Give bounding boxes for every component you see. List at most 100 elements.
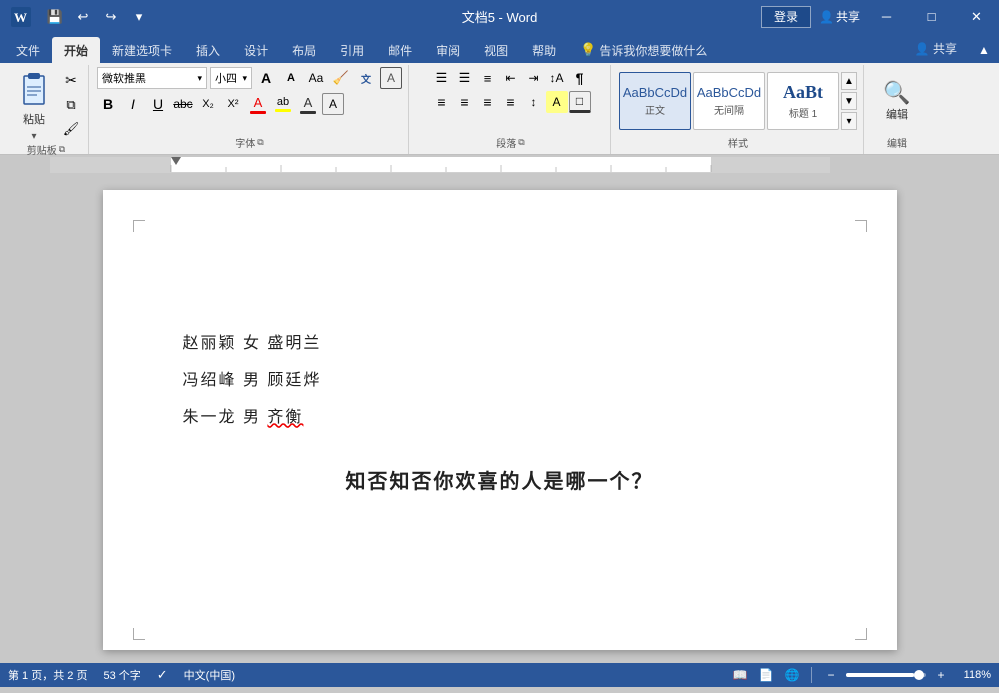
numbering-btn[interactable]: ☰ <box>454 67 476 89</box>
strikethrough-btn[interactable]: abc <box>172 93 194 115</box>
tab-file[interactable]: 文件 <box>4 37 52 63</box>
align-center-btn[interactable]: ≡ <box>454 91 476 113</box>
copy-button[interactable]: ⧉ <box>60 94 82 116</box>
font-shading-btn[interactable]: A <box>297 93 319 115</box>
tab-insert[interactable]: 插入 <box>184 37 232 63</box>
customize-qa-btn[interactable]: ▾ <box>126 4 152 30</box>
align-left-btn[interactable]: ≡ <box>431 91 453 113</box>
styles-box: AaBbCcDd 正文 AaBbCcDd 无间隔 AaBt 标题 1 ▲ ▼ ▾ <box>619 69 857 133</box>
zoom-in-btn[interactable]: + <box>930 666 952 684</box>
underline-btn[interactable]: U <box>147 93 169 115</box>
indent-decrease-btn[interactable]: ⇤ <box>500 67 522 89</box>
read-view-btn[interactable]: 📖 <box>729 666 751 684</box>
font-expand-icon[interactable]: ⧉ <box>257 137 263 148</box>
tab-view[interactable]: 视图 <box>472 37 520 63</box>
font-case-btn[interactable]: Aa <box>305 67 327 89</box>
align-right-btn[interactable]: ≡ <box>477 91 499 113</box>
tab-help[interactable]: 帮助 <box>520 37 568 63</box>
font-border-btn[interactable]: A <box>322 93 344 115</box>
tab-review[interactable]: 审阅 <box>424 37 472 63</box>
justify-btn[interactable]: ≡ <box>500 91 522 113</box>
style-normal[interactable]: AaBbCcDd 正文 <box>619 72 691 130</box>
sort-btn[interactable]: ↕A <box>546 67 568 89</box>
redo-qa-btn[interactable]: ↪ <box>98 4 124 30</box>
close-button[interactable]: ✕ <box>954 0 999 33</box>
styles-expand-btn[interactable]: ▾ <box>841 112 857 130</box>
share-tab-btn[interactable]: 👤 共享 <box>903 35 969 61</box>
clear-format-btn[interactable]: 🧹 <box>330 67 352 89</box>
bold-btn[interactable]: B <box>97 93 119 115</box>
editing-content: 🔍 编辑 <box>872 67 922 135</box>
font-size-selector[interactable]: 小四 ▾ <box>210 67 252 89</box>
subscript-btn[interactable]: X₂ <box>197 93 219 115</box>
font-color-text-btn[interactable]: A <box>247 93 269 115</box>
zoom-slider[interactable] <box>846 673 926 677</box>
styles-scroll-up[interactable]: ▲ <box>841 72 857 90</box>
login-button[interactable]: 登录 <box>761 6 811 28</box>
pinyin-btn[interactable]: 文 <box>355 67 377 89</box>
paste-button[interactable]: 粘贴 <box>10 67 58 131</box>
clipboard-content: 粘贴 ▾ ✂ ⧉ 🖌 <box>10 67 82 142</box>
tab-home[interactable]: 开始 <box>52 37 100 63</box>
font-shrink-btn[interactable]: A <box>280 67 302 89</box>
italic-btn[interactable]: I <box>122 93 144 115</box>
font-name-selector[interactable]: 微软推黑 ▾ <box>97 67 207 89</box>
save-qa-btn[interactable]: 💾 <box>42 4 68 30</box>
line-spacing-btn[interactable]: ↕ <box>523 91 545 113</box>
styles-label: 样式 <box>728 135 748 152</box>
web-view-btn[interactable]: 🌐 <box>781 666 803 684</box>
clipboard-sub-buttons: ✂ ⧉ 🖌 <box>60 70 82 140</box>
font-grow-btn[interactable]: A <box>255 67 277 89</box>
doc-line-3-squiggly: 齐衡 <box>267 409 303 426</box>
tab-mail[interactable]: 邮件 <box>376 37 424 63</box>
tab-search[interactable]: 💡 告诉我你想要做什么 <box>568 37 719 63</box>
clipboard-expand-icon[interactable]: ⧉ <box>59 144 65 155</box>
zoom-out-btn[interactable]: − <box>820 666 842 684</box>
tab-design[interactable]: 设计 <box>232 37 280 63</box>
undo-qa-btn[interactable]: ↩ <box>70 4 96 30</box>
multilevel-list-btn[interactable]: ≡ <box>477 67 499 89</box>
highlight-btn[interactable]: ab <box>272 93 294 115</box>
status-left: 第 1 页，共 2 页 53 个字 ✓ 中文(中国) <box>8 667 235 683</box>
doc-line-3[interactable]: 朱一龙 男 齐衡 <box>183 404 817 433</box>
language[interactable]: 中文(中国) <box>184 667 235 683</box>
corner-mark-tl <box>133 220 145 232</box>
paste-icon <box>16 71 52 111</box>
ribbon-collapse-btn[interactable]: ▲ <box>973 39 995 61</box>
styles-content: AaBbCcDd 正文 AaBbCcDd 无间隔 AaBt 标题 1 ▲ ▼ ▾ <box>619 67 857 135</box>
maximize-button[interactable]: □ <box>909 0 954 33</box>
zoom-level[interactable]: 118% <box>956 669 991 681</box>
border-para-btn[interactable]: □ <box>569 91 591 113</box>
styles-scroll-down[interactable]: ▼ <box>841 92 857 110</box>
find-replace-btn[interactable]: 🔍 编辑 <box>872 69 922 133</box>
styles-group: AaBbCcDd 正文 AaBbCcDd 无间隔 AaBt 标题 1 ▲ ▼ ▾ <box>613 65 864 154</box>
doc-bold-line[interactable]: 知否知否你欢喜的人是哪一个？ <box>183 462 817 502</box>
styles-scroll: ▲ ▼ ▾ <box>841 72 857 130</box>
print-view-btn[interactable]: 📄 <box>755 666 777 684</box>
doc-line-1[interactable]: 赵丽颖 女 盛明兰 <box>183 330 817 359</box>
document-page[interactable]: 赵丽颖 女 盛明兰 冯绍峰 男 顾廷烨 朱一龙 男 齐衡 知否知否你欢喜的人是哪… <box>103 190 897 650</box>
font-content: 微软推黑 ▾ 小四 ▾ A A Aa 🧹 文 A B I U abc X₂ <box>97 67 402 135</box>
para-expand-icon[interactable]: ⧉ <box>518 137 524 148</box>
paste-dropdown-btn[interactable]: ▾ <box>31 131 36 142</box>
format-painter-button[interactable]: 🖌 <box>60 118 82 140</box>
show-marks-btn[interactable]: ¶ <box>569 67 591 89</box>
word-icon: W <box>8 4 34 30</box>
cut-button[interactable]: ✂ <box>60 70 82 92</box>
corner-mark-bl <box>133 628 145 640</box>
border-font-btn[interactable]: A <box>380 67 402 89</box>
shading-btn[interactable]: A <box>546 91 568 113</box>
indent-increase-btn[interactable]: ⇥ <box>523 67 545 89</box>
style-no-spacing[interactable]: AaBbCcDd 无间隔 <box>693 72 765 130</box>
doc-line-2[interactable]: 冯绍峰 男 顾廷烨 <box>183 367 817 396</box>
tab-ref[interactable]: 引用 <box>328 37 376 63</box>
ruler[interactable] <box>50 157 830 173</box>
spell-check-icon[interactable]: ✓ <box>157 667 168 683</box>
font-group: 微软推黑 ▾ 小四 ▾ A A Aa 🧹 文 A B I U abc X₂ <box>91 65 409 154</box>
minimize-button[interactable]: ─ <box>864 0 909 33</box>
style-heading1[interactable]: AaBt 标题 1 <box>767 72 839 130</box>
bullet-list-btn[interactable]: ☰ <box>431 67 453 89</box>
tab-new[interactable]: 新建选项卡 <box>100 37 184 63</box>
tab-layout[interactable]: 布局 <box>280 37 328 63</box>
superscript-btn[interactable]: X² <box>222 93 244 115</box>
